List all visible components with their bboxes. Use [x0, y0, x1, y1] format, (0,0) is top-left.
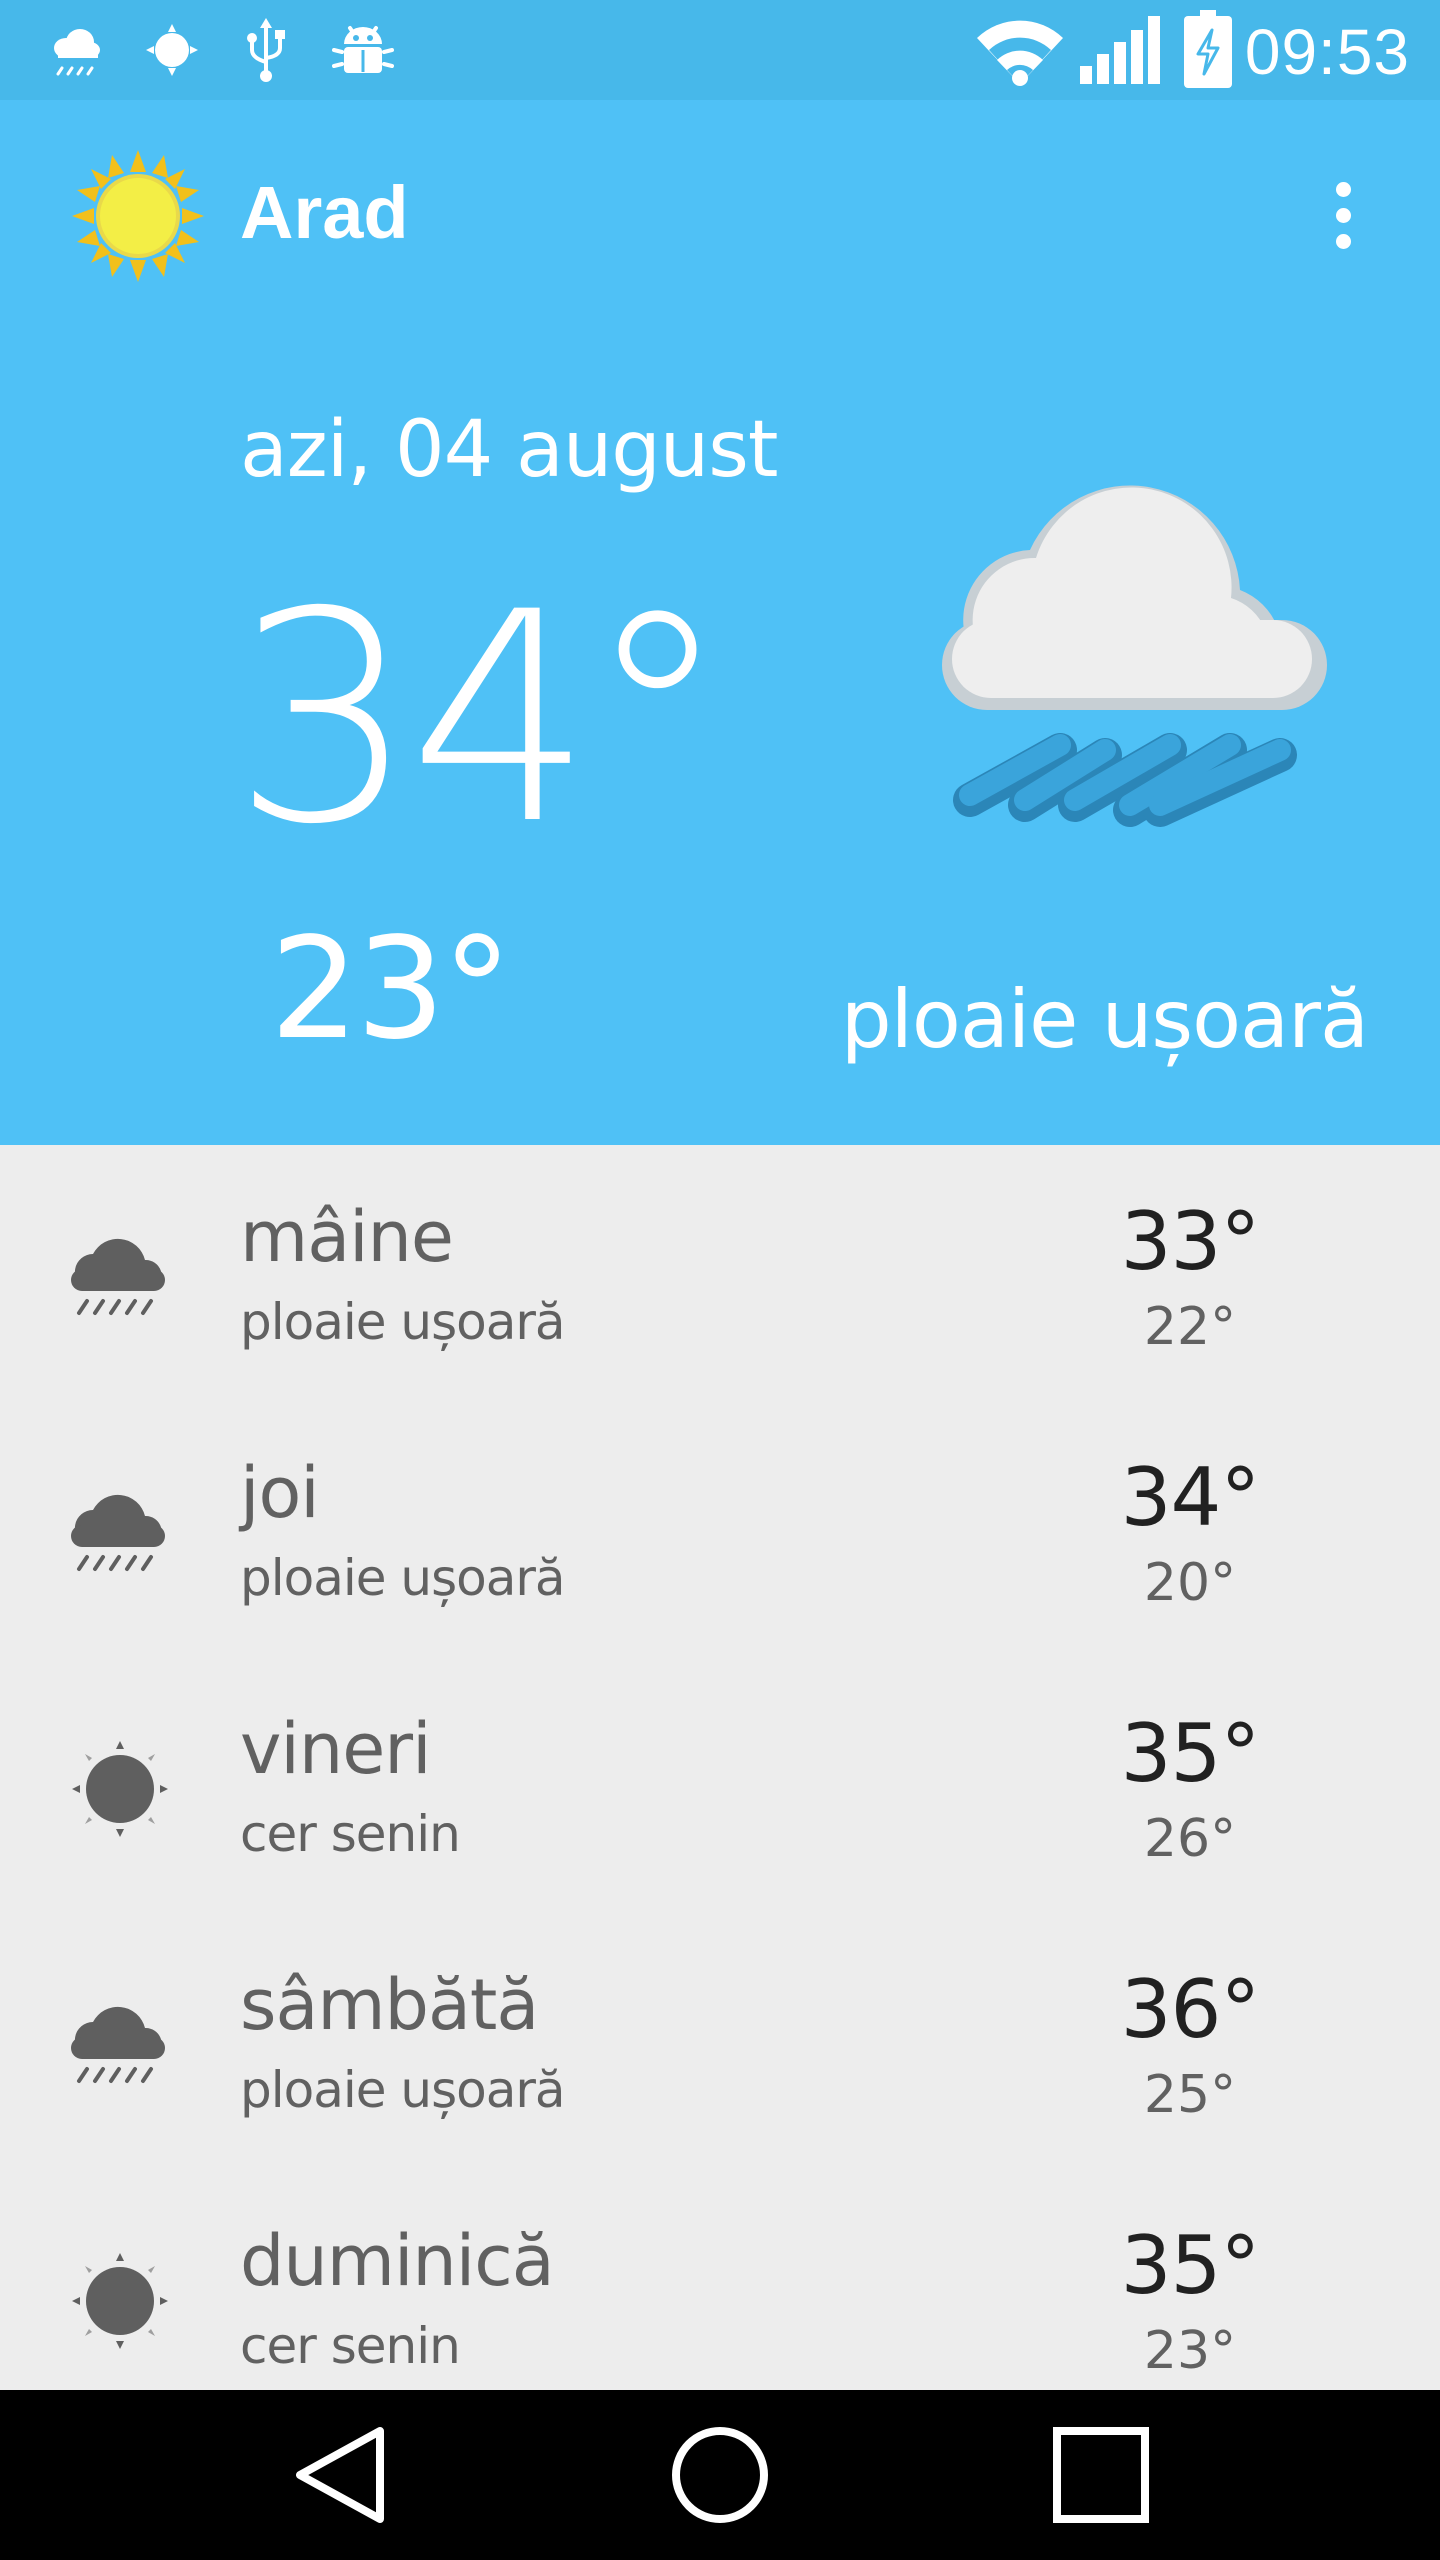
clock: 09:53: [1244, 16, 1410, 88]
today-date: azi, 04 august: [240, 405, 778, 495]
battery-charging-icon: [1184, 10, 1232, 93]
back-icon[interactable]: [260, 2425, 420, 2525]
forecast-condition: cer senin: [240, 1805, 461, 1863]
rain-icon: [65, 1483, 175, 1583]
android-debug-icon: [330, 20, 396, 85]
forecast-high: 34°: [1120, 1451, 1261, 1544]
wifi-icon: [975, 20, 1065, 91]
forecast-day: joi: [240, 1452, 320, 1534]
forecast-condition: ploaie ușoară: [240, 2061, 566, 2119]
home-icon[interactable]: [640, 2425, 800, 2525]
forecast-low: 23°: [1143, 2321, 1237, 2381]
usb-icon: [244, 18, 288, 87]
forecast-low: 26°: [1143, 1809, 1237, 1869]
list-item[interactable]: duminică cer senin 35° 23°: [0, 2169, 1440, 2390]
forecast-day: sâmbătă: [240, 1964, 539, 2046]
sun-logo-icon: [72, 150, 204, 287]
forecast-high: 35°: [1120, 1707, 1261, 1800]
list-item[interactable]: joi ploaie ușoară 34° 20°: [0, 1401, 1440, 1657]
forecast-high: 36°: [1120, 1963, 1261, 2056]
today-condition: ploaie ușoară: [840, 973, 1369, 1066]
today-panel[interactable]: Arad azi, 04 august 34° 23° ploaie ușoar…: [0, 100, 1440, 1145]
forecast-condition: ploaie ușoară: [240, 1549, 566, 1607]
forecast-day: mâine: [240, 1196, 454, 1278]
light-rain-icon: [930, 470, 1350, 895]
recents-icon[interactable]: [1020, 2425, 1180, 2525]
rain-icon: [65, 1227, 175, 1327]
forecast-condition: ploaie ușoară: [240, 1293, 566, 1351]
today-low-temp: 23°: [270, 908, 512, 1071]
clear-sun-icon: [65, 2251, 175, 2351]
forecast-condition: cer senin: [240, 2317, 461, 2375]
forecast-list: mâine ploaie ușoară 33° 22° joi ploaie u…: [0, 1145, 1440, 2390]
forecast-high: 35°: [1120, 2219, 1261, 2312]
list-item[interactable]: mâine ploaie ușoară 33° 22°: [0, 1145, 1440, 1401]
forecast-day: vineri: [240, 1708, 432, 1790]
forecast-low: 20°: [1143, 1553, 1237, 1613]
forecast-low: 25°: [1143, 2065, 1237, 2125]
sun-icon: [144, 22, 200, 83]
today-high-temp: 34°: [232, 551, 730, 888]
signal-icon: [1080, 14, 1164, 91]
list-item[interactable]: vineri cer senin 35° 26°: [0, 1657, 1440, 1913]
clear-sun-icon: [65, 1739, 175, 1839]
navigation-bar: [0, 2390, 1440, 2560]
forecast-low: 22°: [1143, 1297, 1237, 1357]
rain-cloud-icon: [48, 22, 104, 83]
rain-icon: [65, 1995, 175, 2095]
forecast-day: duminică: [240, 2220, 555, 2302]
forecast-high: 33°: [1120, 1195, 1261, 1288]
list-item[interactable]: sâmbătă ploaie ușoară 36° 25°: [0, 1913, 1440, 2169]
city-name: Arad: [240, 171, 409, 254]
overflow-menu-icon[interactable]: [1318, 170, 1368, 260]
status-bar: 09:53: [0, 0, 1440, 100]
